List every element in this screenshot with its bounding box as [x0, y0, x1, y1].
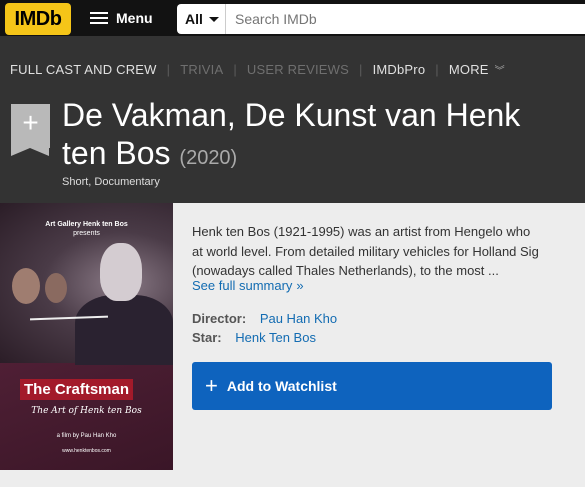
nav-separator: |: [166, 62, 171, 77]
watchlist-ribbon-button[interactable]: +: [11, 104, 50, 156]
chevron-down-icon: [208, 16, 219, 22]
nav-imdbpro[interactable]: IMDbPro: [373, 62, 426, 77]
plus-icon: +: [22, 107, 39, 138]
star-label: Star:: [192, 330, 222, 345]
poster-figure: [12, 268, 40, 304]
director-link[interactable]: Pau Han Kho: [260, 311, 337, 326]
search-bar: All: [177, 4, 585, 34]
plot-summary: Henk ten Bos (1921-1995) was an artist f…: [192, 222, 585, 281]
menu-label: Menu: [116, 10, 153, 26]
star-link[interactable]: Henk Ten Bos: [235, 330, 316, 345]
imdb-logo[interactable]: IMDb: [5, 3, 71, 35]
poster-title: The Craftsman: [20, 379, 134, 400]
poster-credit-line2: presents: [73, 230, 100, 237]
star-credit: Star: Henk Ten Bos: [192, 330, 316, 345]
nav-trivia[interactable]: TRIVIA: [180, 62, 223, 77]
nav-full-cast-and-crew[interactable]: FULL CAST AND CREW: [10, 62, 157, 77]
poster-subtitle: The Art of Henk ten Bos: [31, 406, 142, 416]
title-line-2: ten Bos: [62, 135, 171, 171]
summary-line: Henk ten Bos (1921-1995) was an artist f…: [192, 224, 531, 239]
hamburger-icon: [90, 11, 108, 25]
see-full-summary-link[interactable]: See full summary»: [192, 278, 304, 293]
title-block: + De Vakman, De Kunst van Henk ten Bos (…: [0, 97, 585, 203]
poster-figure: [100, 243, 142, 301]
add-to-watchlist-label: Add to Watchlist: [226, 378, 337, 394]
nav-separator: |: [435, 62, 439, 77]
director-credit: Director: Pau Han Kho: [192, 311, 337, 326]
poster-credit: Art Gallery Henk ten Bos presents: [0, 220, 173, 238]
summary-line: at world level. From detailed military v…: [192, 243, 539, 259]
double-chevron-down-icon: ︾: [494, 66, 505, 77]
poster-credit-line1: Art Gallery Henk ten Bos: [45, 221, 128, 228]
search-category-label: All: [185, 11, 203, 27]
menu-button[interactable]: Menu: [90, 6, 153, 30]
nav-separator: |: [233, 62, 237, 77]
release-year[interactable]: (2020): [179, 147, 237, 169]
top-bar: IMDb Menu All: [0, 0, 585, 36]
search-input[interactable]: [226, 4, 585, 34]
search-category-dropdown[interactable]: All: [177, 4, 226, 34]
see-full-summary-label: See full summary: [192, 278, 293, 293]
title-line-1: De Vakman, De Kunst van Henk: [62, 97, 521, 133]
nav-more-label: MORE: [448, 62, 489, 77]
poster-figure: [75, 295, 173, 365]
sub-navigation: FULL CAST AND CREW | TRIVIA | USER REVIE…: [0, 36, 585, 104]
poster-image[interactable]: Art Gallery Henk ten Bos presents The Cr…: [0, 203, 173, 470]
genres[interactable]: Short, Documentary: [62, 176, 160, 188]
director-label: Director:: [192, 311, 247, 326]
plus-icon: +: [205, 373, 218, 398]
nav-user-reviews[interactable]: USER REVIEWS: [247, 62, 349, 77]
poster-figure: [45, 273, 67, 303]
add-to-watchlist-button[interactable]: + Add to Watchlist: [192, 362, 552, 410]
poster-url: www.henktenbos.com: [62, 448, 111, 454]
double-arrow-right-icon: »: [296, 278, 304, 293]
poster-film-by: a film by Pau Han Kho: [56, 433, 117, 439]
page-title: De Vakman, De Kunst van Henk ten Bos (20…: [62, 96, 585, 177]
nav-more[interactable]: MORE ︾: [449, 62, 505, 77]
nav-separator: |: [359, 62, 363, 77]
